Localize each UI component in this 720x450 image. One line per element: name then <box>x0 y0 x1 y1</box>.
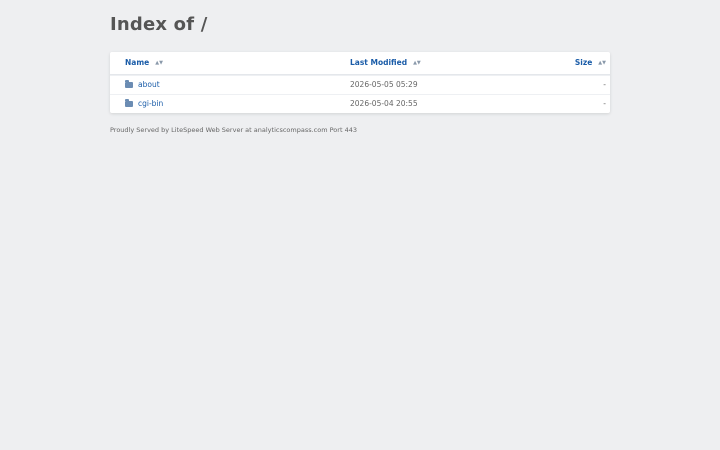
modified-cell: 2026-05-04 20:55 <box>350 99 418 108</box>
table-row: cgi-bin 2026-05-04 20:55 - <box>110 94 610 113</box>
file-listing-table: Name ▲▼ Last Modified ▲▼ Size ▲▼ about 2026… <box>110 52 610 113</box>
sort-icon[interactable]: ▲▼ <box>598 60 606 66</box>
modified-cell: 2026-05-05 05:29 <box>350 80 418 89</box>
size-column-header[interactable]: Size ▲▼ <box>575 52 606 74</box>
table-header-row: Name ▲▼ Last Modified ▲▼ Size ▲▼ <box>110 52 610 75</box>
sort-icon[interactable]: ▲▼ <box>413 60 421 66</box>
size-cell: - <box>603 80 606 89</box>
last-modified-header-label[interactable]: Last Modified <box>350 58 407 67</box>
name-cell: about <box>125 76 160 94</box>
page: Index of / Name ▲▼ Last Modified ▲▼ Size ▲▼… <box>0 0 720 450</box>
size-header-label[interactable]: Size <box>575 58 592 67</box>
page-title: Index of / <box>110 14 208 35</box>
sort-icon[interactable]: ▲▼ <box>155 60 163 66</box>
folder-icon <box>125 98 133 107</box>
table-row: about 2026-05-05 05:29 - <box>110 75 610 94</box>
last-modified-column-header[interactable]: Last Modified ▲▼ <box>350 52 421 74</box>
name-cell: cgi-bin <box>125 95 163 113</box>
name-column-header[interactable]: Name ▲▼ <box>125 52 163 74</box>
folder-icon <box>125 79 133 88</box>
directory-link-cgi-bin[interactable]: cgi-bin <box>138 99 163 108</box>
size-cell: - <box>603 99 606 108</box>
server-footer: Proudly Served by LiteSpeed Web Server a… <box>110 126 357 134</box>
directory-link-about[interactable]: about <box>138 80 160 89</box>
name-header-label[interactable]: Name <box>125 58 149 67</box>
